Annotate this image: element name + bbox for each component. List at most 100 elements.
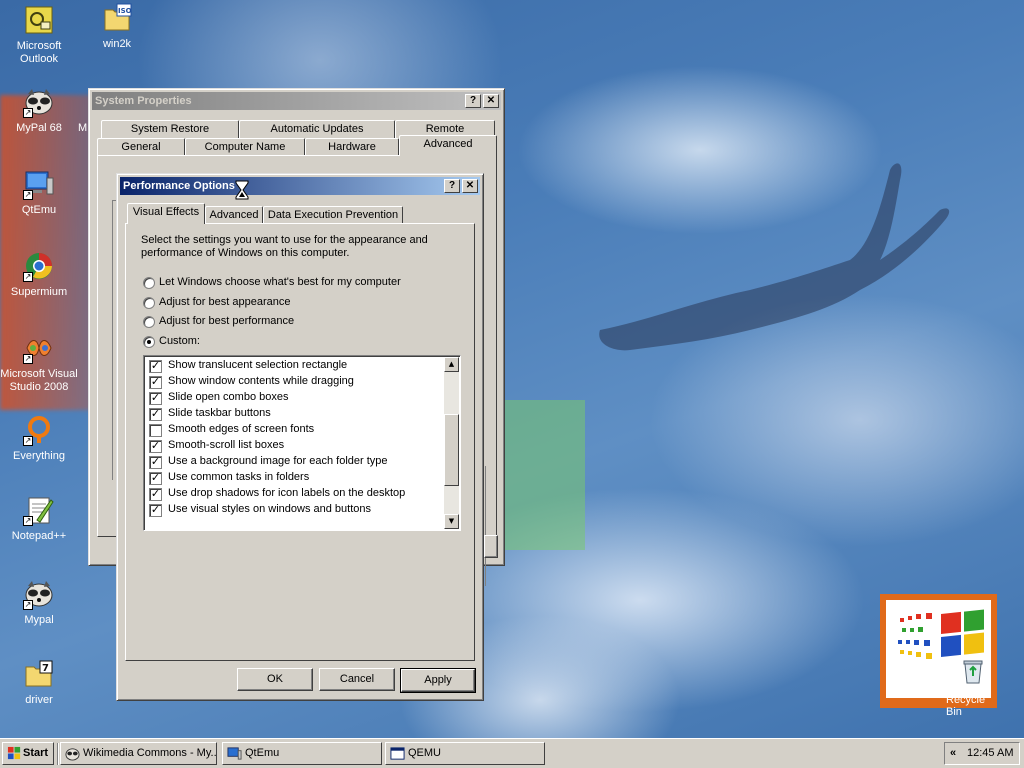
- radio-label[interactable]: Custom:: [159, 335, 200, 347]
- effect-list-item[interactable]: ✓ Use drop shadows for icon labels on the…: [149, 486, 442, 502]
- effect-list-item[interactable]: ✓ Slide taskbar buttons: [149, 406, 442, 422]
- effect-list-item[interactable]: ✓ Show window contents while dragging: [149, 374, 442, 390]
- radio-custom[interactable]: [143, 336, 155, 348]
- close-button[interactable]: ✕: [462, 179, 478, 193]
- list-scrollbar[interactable]: ▲ ▼: [444, 357, 459, 529]
- shortcut-arrow-icon: ↗: [23, 108, 33, 118]
- radio-label[interactable]: Adjust for best performance: [159, 315, 294, 327]
- tab-general[interactable]: General: [97, 138, 185, 156]
- checked-checkbox[interactable]: ✓: [149, 472, 162, 485]
- taskbar-divider: [57, 743, 59, 765]
- desktop-icon-notepad-plus-plus[interactable]: ↗ Notepad++: [0, 494, 78, 543]
- visual-effects-panel: Select the settings you want to use for …: [125, 223, 475, 661]
- help-button[interactable]: ?: [444, 179, 460, 193]
- effect-list-item[interactable]: ✓ Use a background image for each folder …: [149, 454, 442, 470]
- ok-button[interactable]: OK: [237, 668, 313, 691]
- window-title: System Properties: [95, 95, 192, 107]
- taskbar-task-qemu[interactable]: QEMU: [385, 742, 545, 765]
- visual-effects-list[interactable]: ✓ Show translucent selection rectangle ✓ Sh…: [143, 355, 461, 531]
- scroll-down-arrow-icon[interactable]: ▼: [444, 514, 459, 529]
- tab-advanced[interactable]: Advanced: [205, 206, 263, 224]
- tab-automatic-updates[interactable]: Automatic Updates: [239, 120, 395, 138]
- apply-button[interactable]: Apply: [400, 668, 476, 693]
- system-properties-titlebar[interactable]: System Properties ? ✕: [92, 92, 501, 110]
- close-button[interactable]: ✕: [483, 94, 499, 108]
- unchecked-checkbox[interactable]: [149, 424, 162, 437]
- shortcut-arrow-icon: ↗: [23, 272, 33, 282]
- checked-checkbox[interactable]: ✓: [149, 488, 162, 501]
- desktop-icon-label: Notepad++: [11, 530, 67, 542]
- folder-7z-icon: 7: [23, 658, 55, 690]
- checked-checkbox[interactable]: ✓: [149, 376, 162, 389]
- checked-checkbox[interactable]: ✓: [149, 408, 162, 421]
- desktop-icon-microsoft-outlook[interactable]: Microsoft Outlook: [0, 4, 78, 66]
- tab-advanced[interactable]: Advanced: [399, 135, 497, 156]
- recycle-bin-highlight[interactable]: Recycle Bin: [880, 594, 997, 718]
- system-tray: « 12:45 AM: [944, 742, 1020, 765]
- tab-data-execution-prevention[interactable]: Data Execution Prevention: [263, 206, 403, 224]
- scroll-up-arrow-icon[interactable]: ▲: [444, 357, 459, 372]
- desktop-icon-driver[interactable]: 7 driver: [0, 658, 78, 707]
- desktop-icon-visual-studio-2008[interactable]: ↗ Microsoft Visual Studio 2008: [0, 332, 78, 394]
- scroll-thumb[interactable]: [444, 414, 459, 486]
- radio-let-windows-choose[interactable]: [143, 277, 155, 289]
- task-label: QEMU: [408, 747, 441, 759]
- checked-checkbox[interactable]: ✓: [149, 504, 162, 517]
- shortcut-arrow-icon: ↗: [23, 600, 33, 610]
- computer-icon: [227, 747, 242, 760]
- desktop-icon-label: Microsoft Visual Studio 2008: [0, 368, 78, 393]
- effect-label: Use a background image for each folder t…: [168, 455, 388, 467]
- task-label: Wikimedia Commons - My...: [83, 747, 217, 759]
- checked-checkbox[interactable]: ✓: [149, 360, 162, 373]
- effect-label: Use drop shadows for icon labels on the …: [168, 487, 406, 499]
- system-properties-button-partial[interactable]: [484, 535, 498, 558]
- tab-system-restore[interactable]: System Restore: [101, 120, 239, 138]
- clock[interactable]: 12:45 AM: [967, 743, 1013, 764]
- desktop-icon-win2k[interactable]: ISO win2k: [78, 2, 156, 51]
- desktop-icon-mypal[interactable]: ↗ Mypal: [0, 578, 78, 627]
- effect-list-item[interactable]: ✓ Use visual styles on windows and button…: [149, 502, 442, 518]
- tab-computer-name[interactable]: Computer Name: [185, 138, 305, 156]
- desktop-icon-supermium[interactable]: ↗ Supermium: [0, 250, 78, 299]
- desktop-icon-qtemu[interactable]: ↗ QtEmu: [0, 168, 78, 217]
- raccoon-icon: [65, 748, 80, 761]
- checked-checkbox[interactable]: ✓: [149, 392, 162, 405]
- effect-list-item[interactable]: ✓ Smooth-scroll list boxes: [149, 438, 442, 454]
- effect-label: Show translucent selection rectangle: [168, 359, 348, 371]
- tray-expand-chevron-icon[interactable]: «: [950, 743, 956, 764]
- effect-list-item[interactable]: Smooth edges of screen fonts: [149, 422, 442, 438]
- radio-best-appearance[interactable]: [143, 297, 155, 309]
- outlook-icon: [23, 4, 55, 36]
- performance-options-titlebar[interactable]: Performance Options ? ✕: [120, 177, 480, 195]
- radio-label[interactable]: Adjust for best appearance: [159, 296, 290, 308]
- recycle-bin-icon: [962, 658, 984, 684]
- checked-checkbox[interactable]: ✓: [149, 440, 162, 453]
- tab-visual-effects[interactable]: Visual Effects: [127, 203, 205, 224]
- effect-list-item[interactable]: ✓ Show translucent selection rectangle: [149, 358, 442, 374]
- window-title: Performance Options: [123, 180, 235, 192]
- windows-flag-icon: [7, 746, 21, 760]
- start-button[interactable]: Start: [2, 742, 54, 765]
- hourglass-cursor-icon: [235, 180, 249, 200]
- effect-label: Smooth edges of screen fonts: [168, 423, 315, 435]
- checked-checkbox[interactable]: ✓: [149, 456, 162, 469]
- radio-label[interactable]: Let Windows choose what's best for my co…: [159, 276, 401, 288]
- desktop-icon-label: MyPal 68: [16, 122, 62, 134]
- radio-best-performance[interactable]: [143, 316, 155, 328]
- desktop-icon-label: Everything: [13, 450, 65, 462]
- taskbar-task-wikimedia-commons[interactable]: Wikimedia Commons - My...: [60, 742, 217, 765]
- wallpaper-diver-silhouette: [599, 163, 950, 351]
- help-button[interactable]: ?: [465, 94, 481, 108]
- effect-label: Slide open combo boxes: [168, 391, 289, 403]
- effect-list-item[interactable]: ✓ Slide open combo boxes: [149, 390, 442, 406]
- visual-studio-icon: ↗: [23, 332, 55, 364]
- effect-list-item[interactable]: ✓ Use common tasks in folders: [149, 470, 442, 486]
- desktop-icon-label: Supermium: [10, 286, 68, 298]
- cancel-button[interactable]: Cancel: [319, 668, 395, 691]
- desktop-icon-mypal-68[interactable]: ↗ MyPal 68: [0, 86, 78, 135]
- shortcut-arrow-icon: ↗: [23, 436, 33, 446]
- task-label: QtEmu: [245, 747, 280, 759]
- taskbar-task-qtemu[interactable]: QtEmu: [222, 742, 382, 765]
- tab-hardware[interactable]: Hardware: [305, 138, 399, 156]
- desktop-icon-everything[interactable]: ↗ Everything: [0, 414, 78, 463]
